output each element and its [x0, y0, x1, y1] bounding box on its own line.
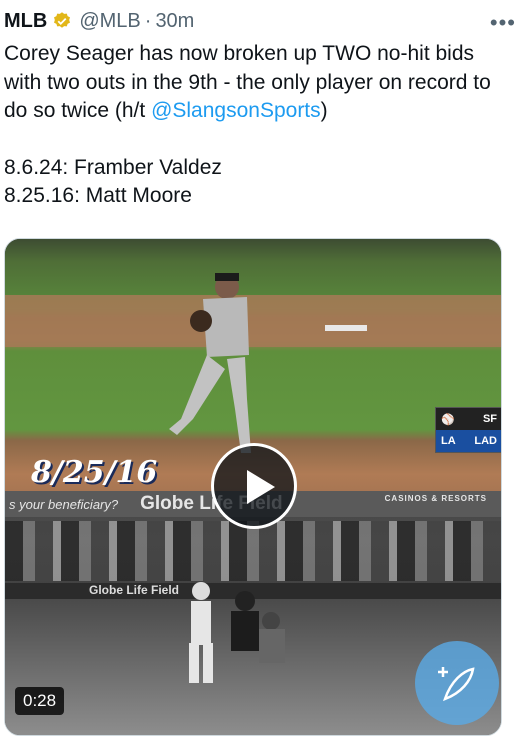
score-bug-team2: LA LAD	[436, 430, 501, 452]
score-bug: ⚾ SF LA LAD	[435, 407, 501, 453]
video-duration: 0:28	[15, 687, 65, 715]
video-player[interactable]: ⚾ SF LA LAD 8/25/16 s your beneficiary? Gl…	[4, 238, 502, 736]
tweet-text-line-2: 8.6.24: Framber Valdez	[4, 155, 222, 179]
pitcher-figure	[169, 273, 251, 453]
author-handle[interactable]: @MLB	[79, 10, 140, 33]
tweet-text-line-3: 8.25.16: Matt Moore	[4, 184, 192, 207]
tweet-text-paragraph: Corey Seager has now broken up TWO no-hi…	[4, 40, 514, 126]
date-stamp: 8/25/16	[31, 455, 158, 490]
play-icon[interactable]	[211, 443, 297, 529]
banner-left-text: s your beneficiary?	[9, 496, 119, 512]
tweet-header: MLB @MLB · 30m •••	[4, 6, 516, 36]
banner-right-text: CASINOS & RESORTS	[384, 494, 487, 503]
verified-badge-icon	[54, 12, 71, 28]
batter-catcher-figures	[189, 582, 285, 683]
separator-dot: ·	[144, 9, 152, 32]
compose-icon[interactable]	[415, 641, 499, 725]
more-icon[interactable]: •••	[490, 10, 516, 36]
wall-sign: Globe Life Field	[89, 583, 180, 597]
score-bug-team1: ⚾ SF	[436, 408, 501, 430]
post-time[interactable]: 30m	[155, 10, 194, 33]
tweet-text: Corey Seager has now broken up TWO no-hi…	[4, 40, 514, 211]
author-name[interactable]: MLB	[4, 10, 47, 33]
mention-link[interactable]: @SlangsonSports	[151, 99, 321, 122]
tweet-text-end: )	[320, 99, 328, 122]
